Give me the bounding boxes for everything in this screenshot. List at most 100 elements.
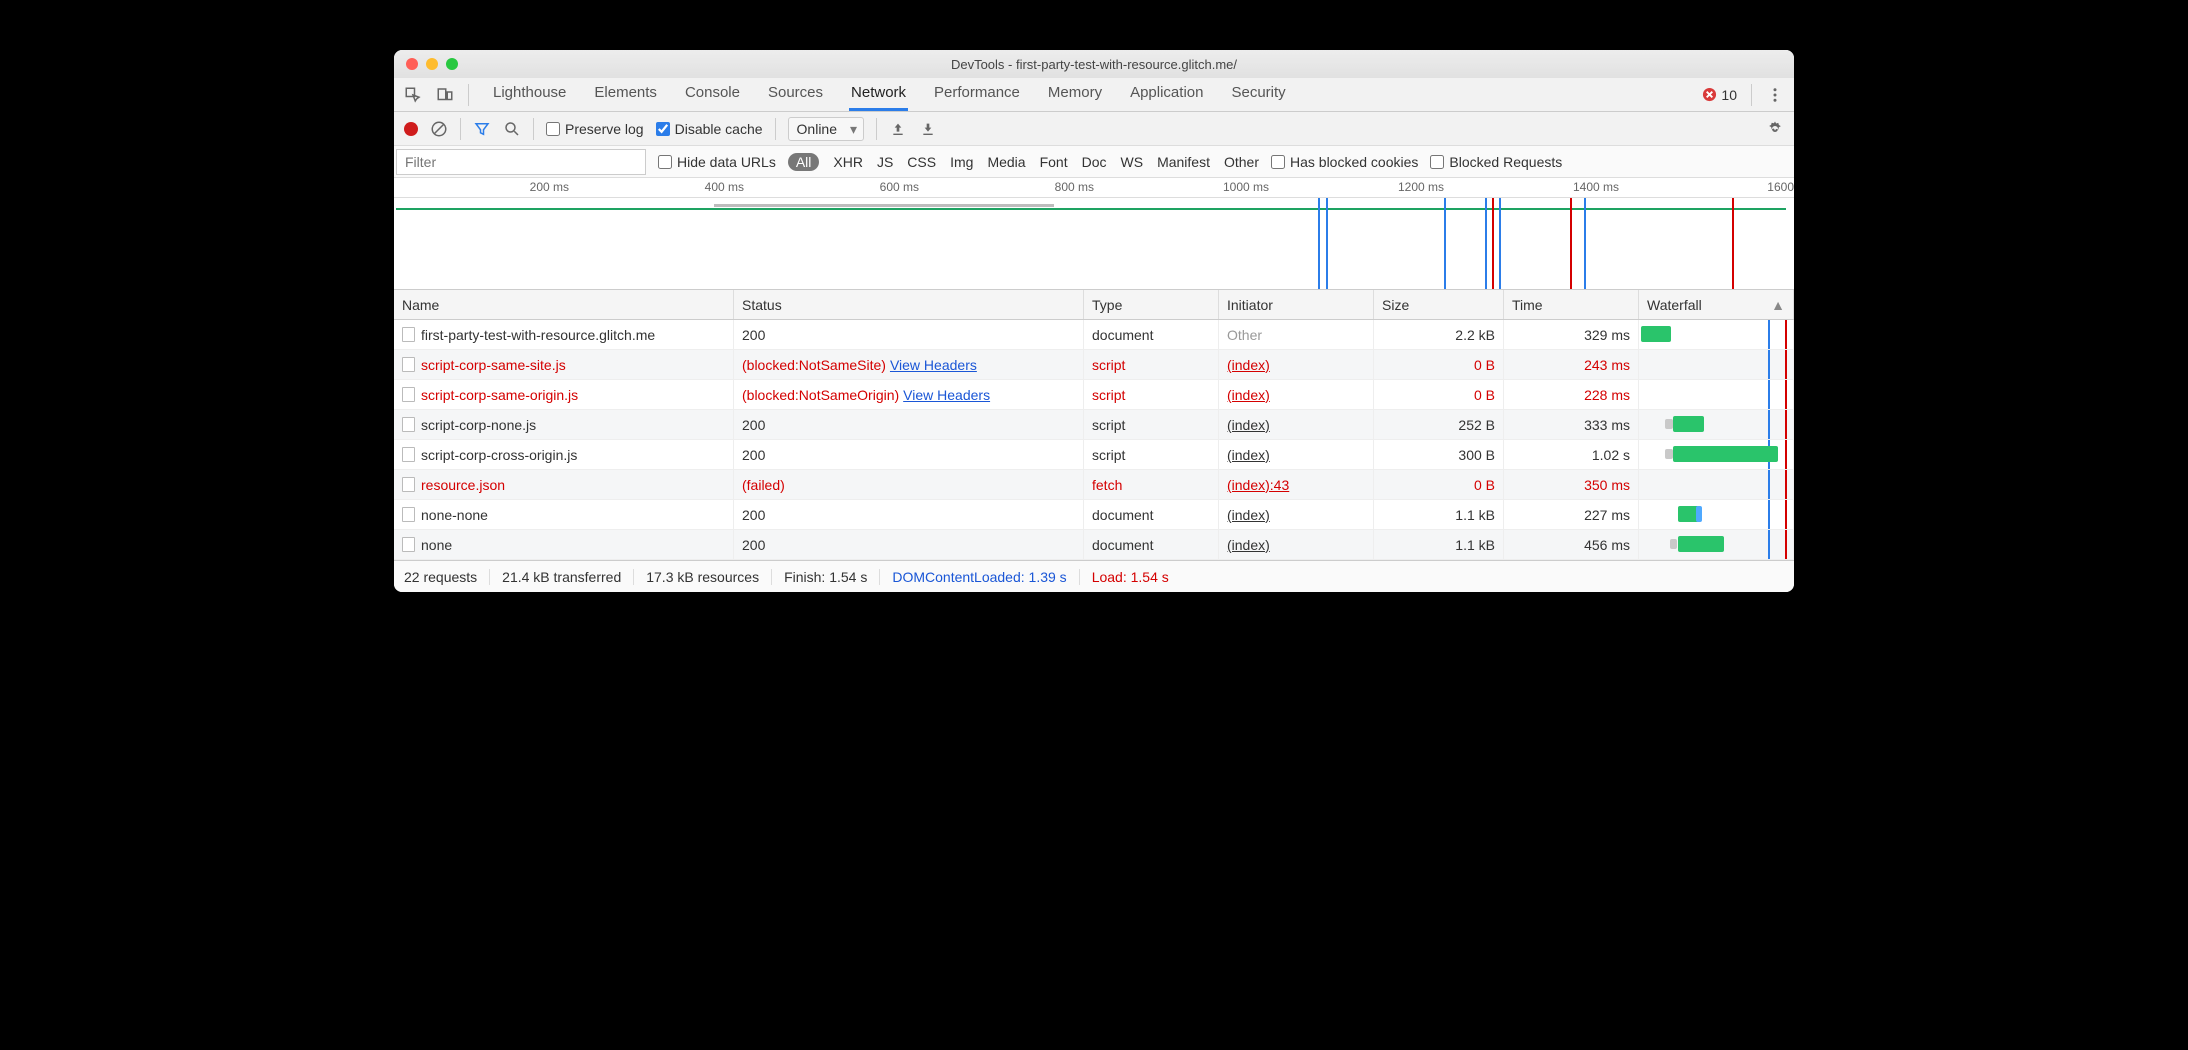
tab-console[interactable]: Console <box>683 78 742 111</box>
download-icon[interactable] <box>919 120 937 138</box>
file-icon <box>402 477 415 492</box>
type-filter-xhr[interactable]: XHR <box>833 154 863 170</box>
initiator-link[interactable]: (index) <box>1227 387 1270 403</box>
request-name: first-party-test-with-resource.glitch.me <box>421 327 655 343</box>
more-icon[interactable] <box>1766 86 1784 104</box>
column-size[interactable]: Size <box>1374 290 1504 319</box>
file-icon <box>402 447 415 462</box>
network-toolbar: Preserve log Disable cache Online <box>394 112 1794 146</box>
filter-icon[interactable] <box>473 120 491 138</box>
disable-cache-checkbox[interactable]: Disable cache <box>656 121 763 137</box>
divider <box>468 84 469 106</box>
size-cell: 0 B <box>1374 350 1504 379</box>
record-button[interactable] <box>404 122 418 136</box>
overview-timeline[interactable]: 200 ms400 ms600 ms800 ms1000 ms1200 ms14… <box>394 178 1794 290</box>
zoom-dot[interactable] <box>446 58 458 70</box>
waterfall-cell <box>1639 530 1794 559</box>
tab-lighthouse[interactable]: Lighthouse <box>491 78 568 111</box>
request-name: resource.json <box>421 477 505 493</box>
column-name[interactable]: Name <box>394 290 734 319</box>
request-row[interactable]: none200document(index)1.1 kB456 ms <box>394 530 1794 560</box>
minimize-dot[interactable] <box>426 58 438 70</box>
throttling-select[interactable]: Online <box>788 117 864 141</box>
file-icon <box>402 537 415 552</box>
initiator-link[interactable]: (index) <box>1227 417 1270 433</box>
overview-ruler: 200 ms400 ms600 ms800 ms1000 ms1200 ms14… <box>394 178 1794 198</box>
type-filter-media[interactable]: Media <box>987 154 1025 170</box>
request-row[interactable]: script-corp-same-site.js (blocked:NotSame… <box>394 350 1794 380</box>
type-filter-manifest[interactable]: Manifest <box>1157 154 1210 170</box>
status-bar: 22 requests 21.4 kB transferred 17.3 kB … <box>394 560 1794 592</box>
tab-elements[interactable]: Elements <box>592 78 659 111</box>
type-filter-js[interactable]: JS <box>877 154 893 170</box>
type-filter-ws[interactable]: WS <box>1121 154 1144 170</box>
time-cell: 227 ms <box>1504 500 1639 529</box>
column-status[interactable]: Status <box>734 290 1084 319</box>
column-type[interactable]: Type <box>1084 290 1219 319</box>
view-headers-link[interactable]: View Headers <box>890 357 977 373</box>
has-blocked-cookies-checkbox[interactable]: Has blocked cookies <box>1271 154 1418 170</box>
request-row[interactable]: resource.json(failed)fetch(index):430 B3… <box>394 470 1794 500</box>
size-cell: 2.2 kB <box>1374 320 1504 349</box>
size-cell: 1.1 kB <box>1374 530 1504 559</box>
titlebar[interactable]: DevTools - first-party-test-with-resourc… <box>394 50 1794 78</box>
type-filters: All XHR JS CSS Img Media Font Doc WS Manifest Othe… <box>788 153 1259 171</box>
waterfall-cell <box>1639 440 1794 469</box>
search-icon[interactable] <box>503 120 521 138</box>
tab-network[interactable]: Network <box>849 78 908 111</box>
request-row[interactable]: none-none200document(index)1.1 kB227 ms <box>394 500 1794 530</box>
request-row[interactable]: script-corp-none.js200script(index)252 B… <box>394 410 1794 440</box>
time-cell: 333 ms <box>1504 410 1639 439</box>
type-cell: fetch <box>1084 470 1219 499</box>
initiator-link[interactable]: (index) <box>1227 537 1270 553</box>
column-waterfall[interactable]: Waterfall▲ <box>1639 290 1794 319</box>
inspect-icon[interactable] <box>404 86 422 104</box>
hide-data-urls-checkbox[interactable]: Hide data URLs <box>658 154 776 170</box>
type-filter-img[interactable]: Img <box>950 154 973 170</box>
clear-icon[interactable] <box>430 120 448 138</box>
waterfall-bar <box>1673 446 1778 462</box>
request-name: script-corp-same-site.js <box>421 357 566 373</box>
request-row[interactable]: first-party-test-with-resource.glitch.me… <box>394 320 1794 350</box>
filter-input[interactable] <box>396 149 646 175</box>
waterfall-cell <box>1639 350 1794 379</box>
file-icon <box>402 327 415 342</box>
type-filter-other[interactable]: Other <box>1224 154 1259 170</box>
initiator-link[interactable]: (index):43 <box>1227 477 1289 493</box>
type-filter-font[interactable]: Font <box>1040 154 1068 170</box>
request-row[interactable]: script-corp-cross-origin.js200script(ind… <box>394 440 1794 470</box>
tab-memory[interactable]: Memory <box>1046 78 1104 111</box>
column-time[interactable]: Time <box>1504 290 1639 319</box>
time-cell: 1.02 s <box>1504 440 1639 469</box>
time-cell: 228 ms <box>1504 380 1639 409</box>
initiator-link[interactable]: (index) <box>1227 507 1270 523</box>
type-filter-doc[interactable]: Doc <box>1082 154 1107 170</box>
tab-application[interactable]: Application <box>1128 78 1205 111</box>
status-text: 200 <box>742 447 765 463</box>
tab-performance[interactable]: Performance <box>932 78 1022 111</box>
initiator-link[interactable]: (index) <box>1227 357 1270 373</box>
overview-mark <box>1499 198 1501 289</box>
request-name: script-corp-cross-origin.js <box>421 447 577 463</box>
upload-icon[interactable] <box>889 120 907 138</box>
type-cell: document <box>1084 500 1219 529</box>
status-text: (blocked:NotSameSite) <box>742 357 886 373</box>
close-dot[interactable] <box>406 58 418 70</box>
error-count-badge[interactable]: 10 <box>1702 87 1737 103</box>
view-headers-link[interactable]: View Headers <box>903 387 990 403</box>
column-initiator[interactable]: Initiator <box>1219 290 1374 319</box>
request-row[interactable]: script-corp-same-origin.js(blocked:NotSa… <box>394 380 1794 410</box>
device-icon[interactable] <box>436 86 454 104</box>
tab-security[interactable]: Security <box>1229 78 1287 111</box>
initiator-link[interactable]: (index) <box>1227 447 1270 463</box>
divider <box>533 118 534 140</box>
status-text: (blocked:NotSameOrigin) <box>742 387 899 403</box>
type-filter-all[interactable]: All <box>788 153 820 171</box>
tab-sources[interactable]: Sources <box>766 78 825 111</box>
gear-icon[interactable] <box>1766 120 1784 138</box>
blocked-requests-checkbox[interactable]: Blocked Requests <box>1430 154 1562 170</box>
table-body[interactable]: first-party-test-with-resource.glitch.me… <box>394 320 1794 560</box>
type-filter-css[interactable]: CSS <box>907 154 936 170</box>
size-cell: 0 B <box>1374 380 1504 409</box>
preserve-log-checkbox[interactable]: Preserve log <box>546 121 644 137</box>
